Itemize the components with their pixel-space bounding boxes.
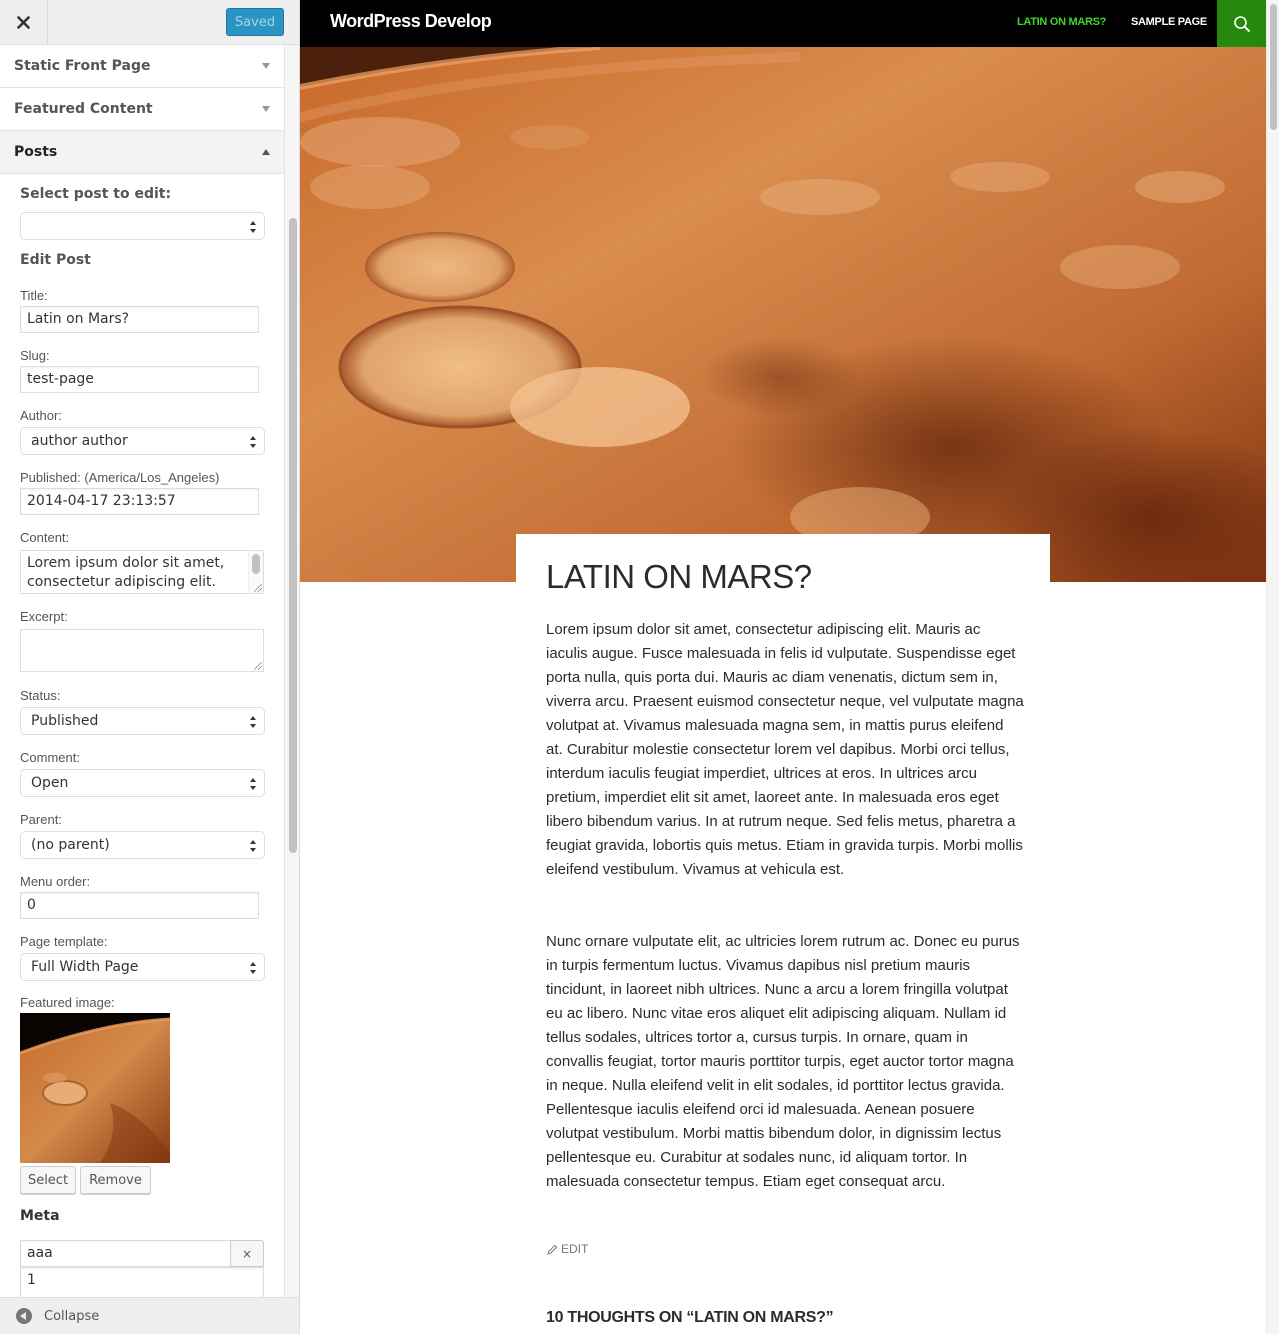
section-label: Featured Content xyxy=(14,101,153,117)
excerpt-label: Excerpt: xyxy=(20,609,68,624)
meta-value-input[interactable]: 1 xyxy=(20,1267,264,1297)
section-featured-content[interactable]: Featured Content xyxy=(0,88,284,131)
content-value: Lorem ipsum dolor sit amet, consectetur … xyxy=(27,555,225,590)
author-label: Author: xyxy=(20,408,62,423)
collapse-arrow-icon xyxy=(16,1308,32,1324)
post-article: LATIN ON MARS? Lorem ipsum dolor sit ame… xyxy=(516,534,1050,1334)
mars-image xyxy=(20,1013,170,1163)
page-template-select[interactable]: Full Width Page xyxy=(20,953,265,981)
post-title: LATIN ON MARS? xyxy=(546,558,812,595)
excerpt-textarea[interactable] xyxy=(20,629,264,672)
close-customizer-button[interactable] xyxy=(0,0,48,45)
chevron-up-icon xyxy=(262,149,270,155)
select-arrows-icon xyxy=(250,436,257,448)
featured-image-thumbnail xyxy=(20,1013,170,1163)
resize-handle-icon[interactable] xyxy=(254,662,262,670)
select-arrows-icon xyxy=(250,962,257,974)
comment-value: Open xyxy=(31,775,69,791)
edit-post-heading: Edit Post xyxy=(20,252,91,268)
customizer-scrollbar-thumb[interactable] xyxy=(289,218,297,853)
chevron-down-icon xyxy=(262,106,270,112)
chevron-down-icon xyxy=(262,63,270,69)
featured-image-label: Featured image: xyxy=(20,995,115,1010)
slug-input[interactable]: test-page xyxy=(20,366,259,393)
title-label: Title: xyxy=(20,288,48,303)
menu-order-label: Menu order: xyxy=(20,874,91,889)
customizer-sidebar: Saved Static Front Page Featured Content… xyxy=(0,0,300,1334)
published-input[interactable]: 2014-04-17 23:13:57 xyxy=(20,488,259,515)
content-textarea[interactable]: Lorem ipsum dolor sit amet, consectetur … xyxy=(20,550,264,594)
nav-item-sample-page[interactable]: SAMPLE PAGE xyxy=(1131,16,1207,28)
post-paragraph: Lorem ipsum dolor sit amet, consectetur … xyxy=(546,621,1024,878)
slug-label: Slug: xyxy=(20,348,50,363)
select-post-label: Select post to edit: xyxy=(20,186,172,202)
section-posts[interactable]: Posts xyxy=(0,131,284,174)
parent-value: (no parent) xyxy=(31,837,110,853)
featured-image-hero xyxy=(300,47,1266,582)
page-template-label: Page template: xyxy=(20,934,108,949)
section-label: Posts xyxy=(14,144,58,160)
meta-key-input[interactable]: aaa xyxy=(20,1240,232,1267)
edit-link-label: EDIT xyxy=(561,1242,589,1256)
select-arrows-icon xyxy=(250,221,257,233)
content-label: Content: xyxy=(20,530,70,545)
select-arrows-icon xyxy=(250,716,257,728)
select-post-dropdown[interactable] xyxy=(20,212,265,240)
mars-surface-image xyxy=(300,47,1266,582)
customizer-scrollbar[interactable] xyxy=(284,45,299,1297)
search-toggle-button[interactable] xyxy=(1217,0,1266,47)
comment-label: Comment: xyxy=(20,750,80,765)
meta-heading: Meta xyxy=(20,1208,60,1224)
pencil-icon xyxy=(547,1244,558,1255)
parent-label: Parent: xyxy=(20,812,62,827)
page-template-value: Full Width Page xyxy=(31,959,139,975)
comments-title: 10 THOUGHTS ON “LATIN ON MARS?” xyxy=(546,1309,834,1326)
author-value: author author xyxy=(31,433,128,449)
select-arrows-icon xyxy=(250,778,257,790)
customizer-controls: Static Front Page Featured Content Posts… xyxy=(0,45,284,1297)
comment-select[interactable]: Open xyxy=(20,769,265,797)
section-label: Static Front Page xyxy=(14,58,151,74)
menu-order-input[interactable]: 0 xyxy=(20,892,259,919)
resize-handle-icon[interactable] xyxy=(254,584,262,592)
search-icon xyxy=(1233,15,1250,32)
collapse-button[interactable]: Collapse xyxy=(0,1297,299,1334)
customizer-header: Saved xyxy=(0,0,299,45)
status-value: Published xyxy=(31,713,99,729)
select-arrows-icon xyxy=(250,840,257,852)
parent-select[interactable]: (no parent) xyxy=(20,831,265,859)
author-select[interactable]: author author xyxy=(20,427,265,455)
post-paragraph: Nunc ornare vulputate elit, ac ultricies… xyxy=(546,933,1020,1190)
preview-scrollbar-thumb[interactable] xyxy=(1270,4,1277,130)
edit-post-link[interactable]: EDIT xyxy=(547,1242,588,1256)
posts-panel: Select post to edit: Edit Post Title: La… xyxy=(0,174,284,1297)
title-input[interactable]: Latin on Mars? xyxy=(20,306,259,333)
save-button[interactable]: Saved xyxy=(226,8,284,36)
close-icon xyxy=(17,16,30,29)
published-label: Published: (America/Los_Angeles) xyxy=(20,470,220,485)
preview-scrollbar[interactable] xyxy=(1266,0,1279,1334)
status-select[interactable]: Published xyxy=(20,707,265,735)
meta-remove-button[interactable]: × xyxy=(230,1240,264,1267)
site-header: WordPress Develop LATIN ON MARS? SAMPLE … xyxy=(300,0,1266,47)
section-static-front-page[interactable]: Static Front Page xyxy=(0,45,284,88)
collapse-label: Collapse xyxy=(44,1308,100,1324)
status-label: Status: xyxy=(20,688,61,703)
site-preview: WordPress Develop LATIN ON MARS? SAMPLE … xyxy=(300,0,1279,1334)
nav-item-latin-on-mars[interactable]: LATIN ON MARS? xyxy=(1017,16,1106,28)
remove-image-button[interactable]: Remove xyxy=(80,1166,151,1194)
select-image-button[interactable]: Select xyxy=(20,1166,76,1194)
site-title-link[interactable]: WordPress Develop xyxy=(330,11,492,32)
